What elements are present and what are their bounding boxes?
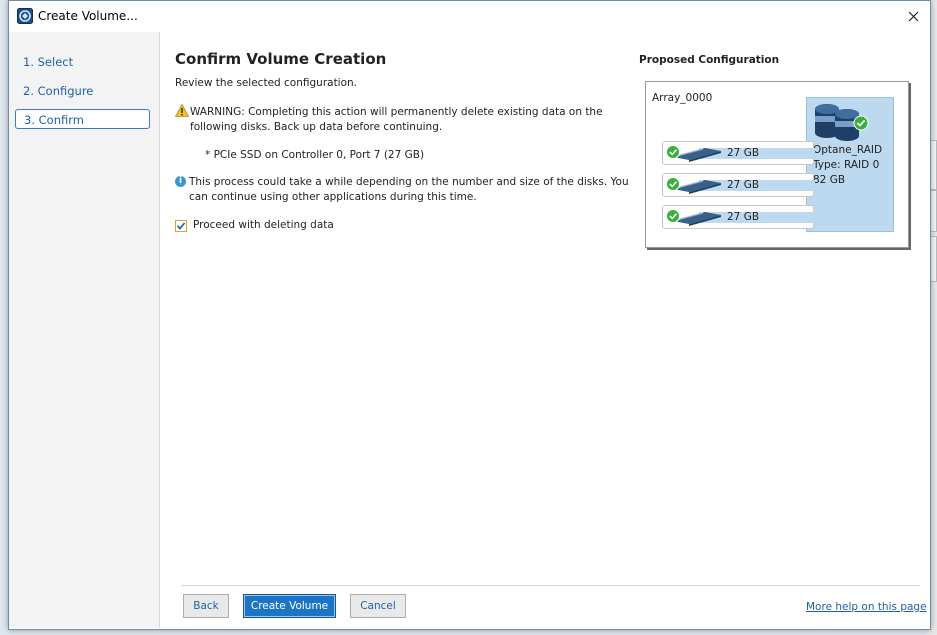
- array-name: Array_0000: [652, 92, 713, 104]
- warning-icon: [175, 104, 189, 117]
- affected-disk: * PCIe SSD on Controller 0, Port 7 (27 G…: [205, 149, 425, 161]
- help-link[interactable]: More help on this page: [806, 601, 927, 613]
- page-subtitle: Review the selected configuration.: [175, 77, 358, 89]
- volume-size: 82 GB: [813, 174, 846, 186]
- step-configure[interactable]: 2. Configure: [15, 81, 150, 101]
- checkmark-icon: [176, 222, 186, 230]
- wizard-steps: 1. Select 2. Configure 3. Confirm: [9, 32, 160, 628]
- create-volume-button[interactable]: Create Volume: [243, 594, 336, 618]
- disk-item: 27 GB: [662, 173, 815, 197]
- volume-name: Optane_RAID: [813, 144, 883, 156]
- database-icon: [815, 104, 869, 141]
- disk-size: 27 GB: [727, 179, 760, 191]
- step-select[interactable]: 1. Select: [15, 52, 150, 72]
- ssd-icon: [666, 209, 721, 226]
- back-button[interactable]: Back: [183, 594, 229, 618]
- ssd-icon: [666, 177, 721, 194]
- proceed-checkbox[interactable]: [175, 220, 187, 232]
- proceed-label[interactable]: Proceed with deleting data: [193, 219, 334, 231]
- info-icon: i: [175, 176, 186, 187]
- cancel-button[interactable]: Cancel: [350, 594, 406, 618]
- warning-text: WARNING: Completing this action will per…: [190, 106, 603, 133]
- create-volume-dialog: Create Volume... 1. Select 2. Configure …: [8, 0, 931, 630]
- info-text: This process could take a while dependin…: [189, 176, 629, 203]
- step-confirm[interactable]: 3. Confirm: [15, 109, 150, 129]
- proposed-config-title: Proposed Configuration: [639, 54, 780, 66]
- disk-item: 27 GB: [662, 141, 815, 165]
- title-bar: Create Volume...: [9, 1, 930, 31]
- app-icon: [17, 8, 33, 24]
- window-title: Create Volume...: [38, 9, 138, 23]
- footer-divider: [181, 585, 920, 586]
- proposed-config-diagram: Array_0000 Optane_RAID Type: RAID 0 82 G…: [645, 81, 909, 248]
- disk-size: 27 GB: [727, 147, 760, 159]
- volume-info: Optane_RAID Type: RAID 0 82 GB: [813, 143, 882, 188]
- disk-item: 27 GB: [662, 205, 815, 229]
- volume-type: Type: RAID 0: [813, 159, 880, 171]
- volume-card: Optane_RAID Type: RAID 0 82 GB: [806, 97, 894, 232]
- close-button[interactable]: [896, 1, 930, 31]
- ssd-icon: [666, 145, 721, 162]
- close-icon: [908, 11, 918, 21]
- disk-size: 27 GB: [727, 211, 760, 223]
- page-title: Confirm Volume Creation: [175, 50, 387, 68]
